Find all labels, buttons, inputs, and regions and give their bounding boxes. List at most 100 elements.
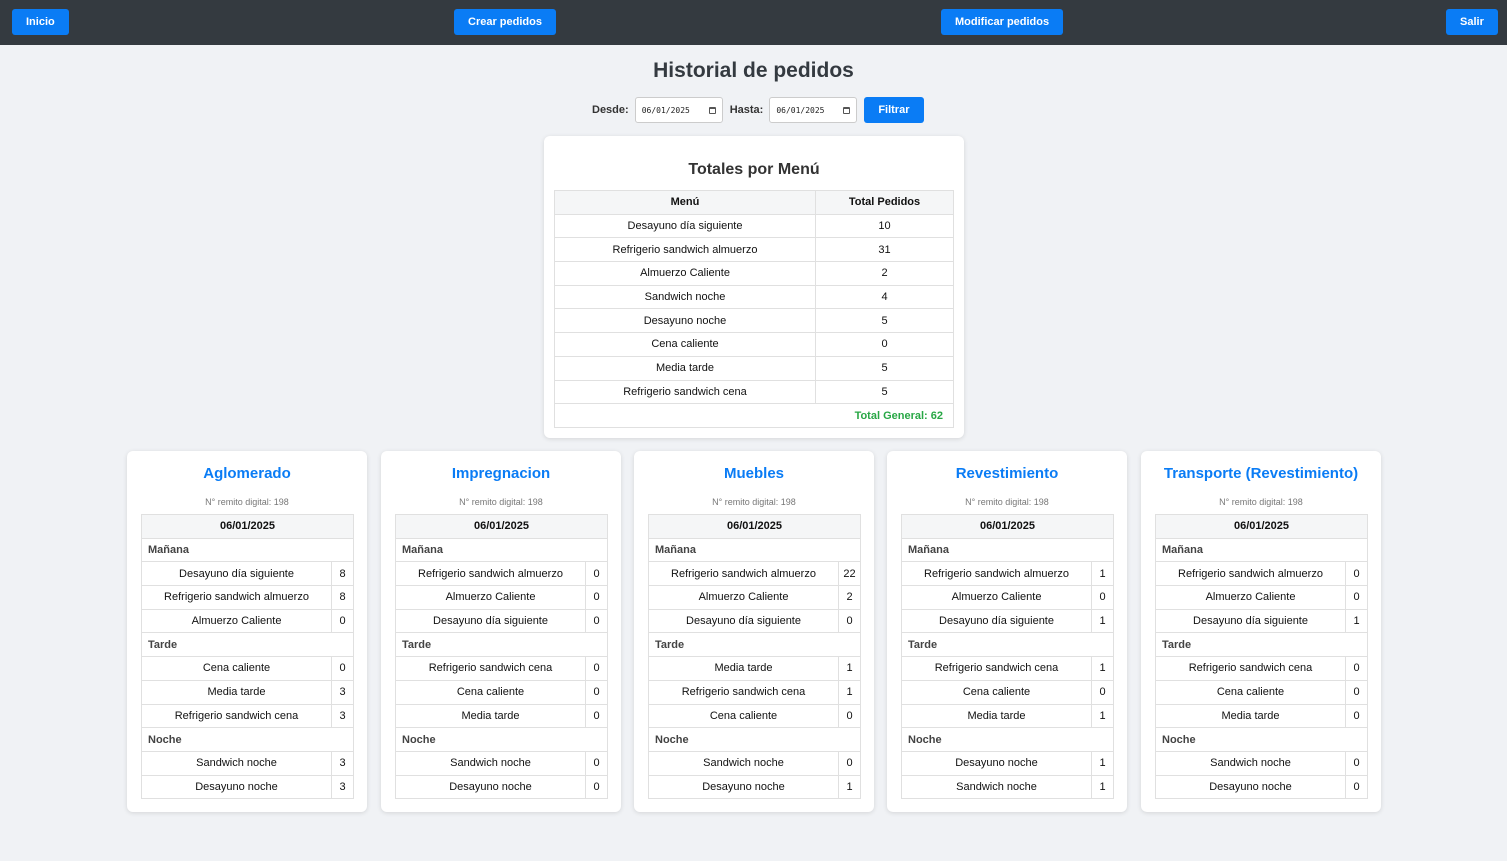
shift-label: Noche	[395, 727, 608, 752]
menu-item-name: Sandwich noche	[141, 750, 332, 776]
shift-label: Mañana	[1155, 537, 1368, 563]
date-header: 06/01/2025	[395, 514, 608, 539]
total-cell: 4	[815, 284, 954, 310]
shift-label: Mañana	[648, 537, 861, 563]
area-orders-table: 06/01/2025 Mañana Refrigerio sandwich almu…	[901, 514, 1114, 800]
menu-item-name: Refrigerio sandwich cena	[901, 656, 1092, 681]
date-filter: Desde: 06/01/2025 Hasta: 06/01/2025 Filt…	[592, 97, 924, 123]
menu-item-quantity: 0	[585, 750, 608, 776]
menu-item-quantity: 0	[1091, 679, 1114, 705]
table-row: Cena caliente 0	[1155, 679, 1368, 705]
grand-total-row: Total General: 62	[554, 403, 954, 428]
remito-number: N° remito digital: 198	[459, 497, 543, 507]
inicio-button[interactable]: Inicio	[12, 9, 69, 35]
menu-item-name: Sandwich noche	[648, 750, 839, 776]
table-row: Cena caliente 0	[141, 656, 354, 681]
totals-table: Menú Total Pedidos Desayuno día siguient…	[554, 190, 954, 428]
table-row: Sandwich noche 1	[901, 774, 1114, 800]
area-title: Revestimiento	[955, 465, 1059, 482]
menu-item-quantity: 22	[838, 561, 861, 587]
menu-item-name: Refrigerio sandwich cena	[1155, 656, 1346, 681]
menu-item-name: Almuerzo Caliente	[648, 585, 839, 610]
hasta-label: Hasta:	[729, 104, 764, 116]
table-row: Refrigerio sandwich almuerzo 22	[648, 561, 861, 587]
total-cell: 10	[815, 213, 954, 239]
area-orders-table: 06/01/2025 Mañana Refrigerio sandwich almu…	[648, 514, 861, 800]
menu-item-name: Media tarde	[395, 703, 586, 729]
menu-item-name: Media tarde	[141, 679, 332, 705]
table-row: Sandwich noche 0	[395, 750, 608, 776]
menu-item-name: Media tarde	[901, 703, 1092, 729]
table-row: Almuerzo Caliente 2	[554, 261, 954, 286]
table-row: Refrigerio sandwich cena 5	[554, 379, 954, 405]
total-cell: 5	[815, 308, 954, 334]
menu-cell: Sandwich noche	[554, 284, 816, 310]
menu-item-name: Sandwich noche	[1155, 750, 1346, 776]
menu-item-name: Desayuno día siguiente	[141, 561, 332, 587]
menu-item-name: Desayuno día siguiente	[901, 608, 1092, 634]
table-row: Cena caliente 0	[901, 679, 1114, 705]
menu-item-quantity: 0	[838, 608, 861, 634]
date-header: 06/01/2025	[648, 514, 861, 539]
menu-item-quantity: 1	[1091, 608, 1114, 634]
table-row: Media tarde 1	[901, 703, 1114, 729]
table-row: Almuerzo Caliente 2	[648, 585, 861, 610]
shift-row: Tarde	[1155, 632, 1368, 658]
menu-item-quantity: 0	[585, 656, 608, 681]
table-row: Refrigerio sandwich cena 0	[1155, 656, 1368, 681]
table-row: Refrigerio sandwich cena 1	[901, 656, 1114, 681]
header-menu: Menú	[554, 190, 816, 215]
menu-item-quantity: 1	[1091, 561, 1114, 587]
total-cell: 31	[815, 237, 954, 263]
menu-item-quantity: 0	[331, 656, 354, 681]
crear-pedidos-button[interactable]: Crear pedidos	[454, 9, 556, 35]
hasta-date-value: 06/01/2025	[776, 105, 825, 115]
remito-number: N° remito digital: 198	[1219, 497, 1303, 507]
shift-label: Mañana	[901, 537, 1114, 563]
menu-item-quantity: 1	[838, 774, 861, 800]
table-row: Cena caliente 0	[648, 703, 861, 729]
table-row: Sandwich noche 0	[1155, 750, 1368, 776]
table-row: Desayuno noche 0	[1155, 774, 1368, 800]
filtrar-button[interactable]: Filtrar	[864, 97, 924, 123]
calendar-icon[interactable]	[843, 106, 851, 114]
desde-date-input[interactable]: 06/01/2025	[634, 97, 723, 123]
table-row: Desayuno noche 1	[901, 750, 1114, 776]
grand-total: Total General: 62	[554, 403, 954, 428]
hasta-date-input[interactable]: 06/01/2025	[769, 97, 858, 123]
top-navbar: Inicio Crear pedidos Modificar pedidos S…	[0, 0, 1507, 45]
menu-item-quantity: 0	[1345, 561, 1368, 587]
table-row: Media tarde 3	[141, 679, 354, 705]
menu-item-name: Media tarde	[1155, 703, 1346, 729]
table-row: Refrigerio sandwich almuerzo 0	[1155, 561, 1368, 587]
calendar-icon[interactable]	[708, 106, 716, 114]
menu-cell: Refrigerio sandwich almuerzo	[554, 237, 816, 263]
menu-item-name: Refrigerio sandwich almuerzo	[648, 561, 839, 587]
salir-button[interactable]: Salir	[1446, 9, 1498, 35]
table-row: Refrigerio sandwich cena 0	[395, 656, 608, 681]
menu-item-quantity: 0	[585, 703, 608, 729]
menu-item-quantity: 3	[331, 703, 354, 729]
modificar-pedidos-button[interactable]: Modificar pedidos	[941, 9, 1064, 35]
area-title: Aglomerado	[203, 465, 291, 482]
shift-row: Tarde	[901, 632, 1114, 658]
menu-item-name: Desayuno día siguiente	[395, 608, 586, 634]
total-cell: 5	[815, 379, 954, 405]
table-row: Refrigerio sandwich almuerzo 8	[141, 585, 354, 610]
shift-label: Noche	[648, 727, 861, 752]
menu-item-name: Refrigerio sandwich almuerzo	[1155, 561, 1346, 587]
menu-item-name: Cena caliente	[901, 679, 1092, 705]
menu-item-quantity: 0	[585, 774, 608, 800]
shift-label: Noche	[141, 727, 354, 752]
menu-item-name: Cena caliente	[1155, 679, 1346, 705]
menu-item-name: Desayuno noche	[648, 774, 839, 800]
table-row: Refrigerio sandwich cena 1	[648, 679, 861, 705]
table-row: Desayuno noche 3	[141, 774, 354, 800]
area-title: Impregnacion	[451, 465, 551, 482]
menu-item-quantity: 0	[838, 703, 861, 729]
shift-row: Tarde	[648, 632, 861, 658]
total-cell: 5	[815, 355, 954, 381]
menu-item-name: Media tarde	[648, 656, 839, 681]
table-row: Desayuno día siguiente 0	[648, 608, 861, 634]
menu-cell: Refrigerio sandwich cena	[554, 379, 816, 405]
